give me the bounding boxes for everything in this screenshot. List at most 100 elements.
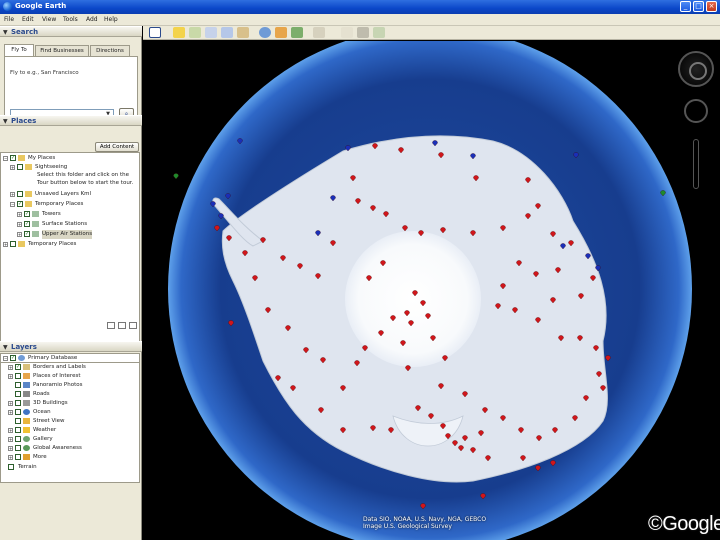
checkbox-icon[interactable]: [15, 400, 21, 406]
menu-add[interactable]: Add: [86, 16, 98, 23]
menu-view[interactable]: View: [42, 16, 56, 23]
tree-item-label: My Places: [28, 155, 56, 161]
places-panel-header[interactable]: ▼ Places: [0, 115, 142, 126]
layers-panel-header[interactable]: ▼ Layers: [0, 341, 142, 352]
expand-icon[interactable]: +: [3, 242, 8, 247]
tab-fly-to[interactable]: Fly To: [4, 44, 34, 56]
historical-imagery-icon[interactable]: [291, 27, 303, 38]
checkbox-icon[interactable]: ✓: [17, 201, 23, 207]
checkbox-icon[interactable]: [17, 191, 23, 197]
play-tour-icon[interactable]: [118, 322, 126, 329]
more-icon: [23, 454, 30, 460]
tree-item-label: Temporary Places: [28, 241, 77, 247]
checkbox-icon[interactable]: ✓: [24, 221, 30, 227]
expand-icon[interactable]: +: [10, 192, 15, 197]
tree-item-label: Street View: [33, 418, 65, 424]
polygon-icon[interactable]: [189, 27, 201, 38]
checkbox-icon[interactable]: ✓: [10, 355, 16, 361]
expand-icon[interactable]: +: [17, 232, 22, 237]
tab-find-businesses[interactable]: Find Businesses: [35, 45, 89, 56]
checkbox-icon[interactable]: ✓: [24, 231, 30, 237]
tree-item-label: Places of Interest: [33, 373, 81, 379]
tree-item-label: Ocean: [33, 409, 51, 415]
folder-icon: [18, 155, 25, 161]
checkbox-icon[interactable]: ✓: [10, 155, 16, 161]
search-panel-header[interactable]: ▼ Search: [0, 26, 142, 37]
google-earth-icon: [3, 2, 12, 11]
zoom-slider[interactable]: [693, 139, 699, 189]
layers-tree: − ✓ Primary Database: [0, 353, 140, 363]
checkbox-icon[interactable]: ✓: [24, 211, 30, 217]
expand-icon[interactable]: +: [8, 428, 13, 433]
expand-icon[interactable]: +: [17, 212, 22, 217]
expand-icon[interactable]: −: [10, 202, 15, 207]
expand-icon[interactable]: +: [8, 365, 13, 370]
ocean-icon: [23, 409, 30, 415]
print-icon[interactable]: [357, 27, 369, 38]
folder-icon: [25, 164, 32, 170]
expand-icon[interactable]: +: [17, 222, 22, 227]
expand-icon[interactable]: +: [8, 374, 13, 379]
expand-icon[interactable]: +: [10, 165, 15, 170]
checkbox-icon[interactable]: [15, 409, 21, 415]
checkbox-icon[interactable]: [15, 418, 21, 424]
view-in-maps-icon[interactable]: [373, 27, 385, 38]
expand-icon[interactable]: +: [8, 446, 13, 451]
globe-icon: [18, 355, 25, 361]
tree-item-label: Gallery: [33, 436, 53, 442]
earth-icon[interactable]: [259, 27, 271, 38]
checkbox-icon[interactable]: [8, 464, 14, 470]
folder-icon: [25, 201, 32, 207]
checkbox-icon[interactable]: [15, 436, 21, 442]
maximize-button[interactable]: □: [693, 1, 704, 12]
email-icon[interactable]: [341, 27, 353, 38]
expand-icon[interactable]: −: [3, 356, 8, 361]
menu-edit[interactable]: Edit: [22, 16, 34, 23]
record-tour-icon[interactable]: [237, 27, 249, 38]
placemark-icon[interactable]: [173, 173, 179, 180]
minimize-button[interactable]: _: [680, 1, 691, 12]
tree-item-label: Borders and Labels: [33, 364, 86, 370]
buildings-icon: [23, 400, 30, 406]
ruler-icon[interactable]: [313, 27, 325, 38]
sun-icon[interactable]: [275, 27, 287, 38]
places-header-label: Places: [11, 117, 37, 125]
sidebar-toggle-icon[interactable]: [149, 27, 161, 38]
image-overlay-icon[interactable]: [221, 27, 233, 38]
checkbox-icon[interactable]: [15, 391, 21, 397]
placemark-icon[interactable]: [173, 27, 185, 38]
checkbox-icon[interactable]: [17, 164, 23, 170]
compass-control[interactable]: [678, 51, 714, 87]
expand-icon[interactable]: +: [8, 437, 13, 442]
look-control[interactable]: [684, 99, 708, 123]
checkbox-icon[interactable]: [10, 241, 16, 247]
street-view-icon: [23, 418, 30, 424]
tab-directions[interactable]: Directions: [90, 45, 130, 56]
search-places-icon[interactable]: [107, 322, 115, 329]
menu-tools[interactable]: Tools: [63, 16, 78, 23]
close-button[interactable]: ×: [706, 1, 717, 12]
expand-icon[interactable]: +: [8, 455, 13, 460]
expand-icon[interactable]: +: [8, 410, 13, 415]
tree-item-label: Global Awareness: [33, 445, 82, 451]
fly-to-pane: Fly to e.g., San Francisco ▼ ⌕: [4, 56, 138, 124]
checkbox-icon[interactable]: [15, 427, 21, 433]
tree-item-label: Tour button below to start the tour.: [37, 180, 134, 186]
menu-file[interactable]: File: [4, 16, 14, 23]
checkbox-icon[interactable]: [15, 382, 21, 388]
checkbox-icon[interactable]: [15, 454, 21, 460]
map-view[interactable]: Data SIO, NOAA, U.S. Navy, NGA, GEBCO Im…: [143, 41, 720, 540]
checkbox-icon[interactable]: [15, 373, 21, 379]
tour-options-icon[interactable]: [129, 322, 137, 329]
collapse-arrow-icon: ▼: [3, 29, 8, 36]
menu-help[interactable]: Help: [104, 16, 118, 23]
tree-item-label: Surface Stations: [42, 221, 88, 227]
checkbox-icon[interactable]: ✓: [15, 364, 21, 370]
add-content-button[interactable]: Add Content: [95, 142, 139, 152]
path-icon[interactable]: [205, 27, 217, 38]
expand-icon[interactable]: +: [8, 401, 13, 406]
expand-icon[interactable]: −: [3, 156, 8, 161]
sidebar: ▼ Search Fly To Find Businesses Directio…: [0, 26, 142, 540]
checkbox-icon[interactable]: [15, 445, 21, 451]
panoramio-icon: [23, 382, 30, 388]
